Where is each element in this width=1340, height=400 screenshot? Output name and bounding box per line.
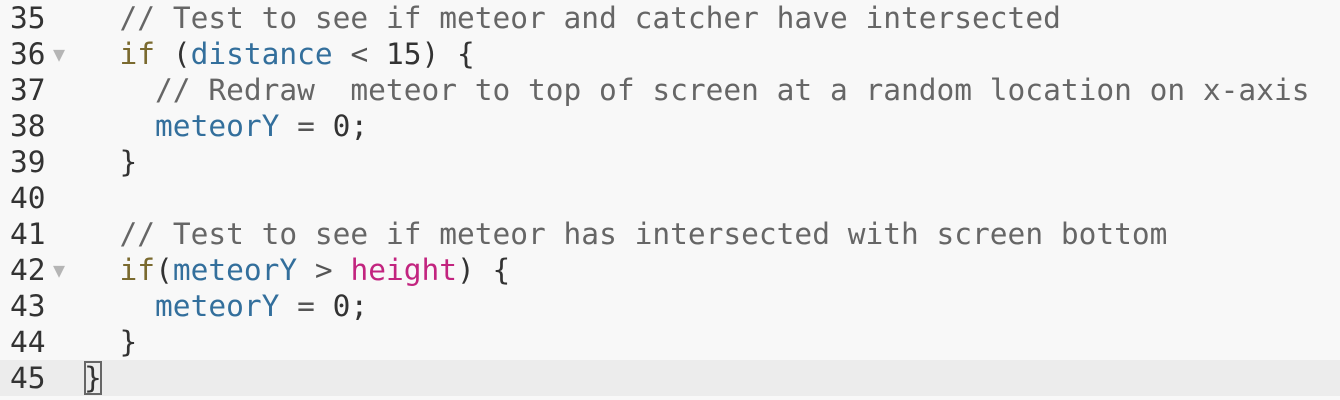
line-gutter: 45: [0, 360, 80, 396]
line-gutter: 38: [0, 108, 80, 144]
line-gutter: 39: [0, 144, 80, 180]
code-line[interactable]: 39 }: [0, 144, 1340, 180]
variable-token: distance: [190, 37, 333, 71]
code-line[interactable]: 35 // Test to see if meteor and catcher …: [0, 0, 1340, 36]
variable-token: meteorY: [155, 109, 280, 143]
line-gutter: 44: [0, 324, 80, 360]
code-token: (: [155, 253, 173, 287]
line-number: 43: [10, 289, 46, 323]
code-text: // Test to see if meteor and catcher hav…: [84, 0, 1061, 36]
comment-token: // Test to see if meteor has intersected…: [119, 217, 1168, 251]
keyword-token: if: [119, 253, 156, 287]
code-text: }: [84, 144, 138, 180]
line-gutter: 42 ▼: [0, 252, 80, 288]
operator-token: =: [279, 289, 333, 323]
fold-triangle-icon[interactable]: ▼: [53, 252, 65, 288]
variable-token: meteorY: [155, 289, 280, 323]
comment-token: // Redraw meteor to top of screen at a r…: [155, 73, 1310, 107]
code-text: if (distance < 15) {: [84, 36, 475, 72]
code-token: 0;: [332, 109, 369, 143]
line-gutter: 40: [0, 180, 80, 216]
line-number: 45: [10, 361, 46, 395]
code-text: // Redraw meteor to top of screen at a r…: [84, 72, 1309, 108]
line-number: 35: [10, 1, 46, 35]
operator-token: =: [279, 109, 333, 143]
builtin-token: height: [350, 253, 458, 287]
code-editor[interactable]: 35 // Test to see if meteor and catcher …: [0, 0, 1340, 400]
code-line[interactable]: 45}: [0, 360, 1340, 396]
line-number: 37: [10, 73, 46, 107]
operator-token: >: [297, 253, 351, 287]
keyword-token: if: [119, 37, 156, 71]
line-number: 36: [10, 37, 46, 71]
code-token: 15) {: [385, 37, 475, 71]
code-text: }: [84, 324, 138, 360]
code-text: meteorY = 0;: [84, 108, 368, 144]
variable-token: meteorY: [172, 253, 298, 287]
comment-token: // Test to see if meteor and catcher hav…: [119, 1, 1061, 35]
code-line[interactable]: 37 // Redraw meteor to top of screen at …: [0, 72, 1340, 108]
line-gutter: 37: [0, 72, 80, 108]
code-text: if(meteorY > height) {: [84, 252, 511, 288]
code-token: }: [84, 325, 138, 359]
code-text: }: [84, 360, 102, 396]
code-token: (: [155, 37, 191, 71]
code-line[interactable]: 44 }: [0, 324, 1340, 360]
code-token: ) {: [457, 253, 511, 287]
code-line[interactable]: 43 meteorY = 0;: [0, 288, 1340, 324]
line-number: 40: [10, 181, 46, 215]
code-line[interactable]: 42 ▼ if(meteorY > height) {: [0, 252, 1340, 288]
code-text: meteorY = 0;: [84, 288, 368, 324]
code-token: }: [84, 145, 138, 179]
line-number: 44: [10, 325, 46, 359]
code-token: 0;: [332, 289, 369, 323]
code-line[interactable]: 41 // Test to see if meteor has intersec…: [0, 216, 1340, 252]
cursor-bracket: }: [84, 361, 102, 395]
code-line[interactable]: 40: [0, 180, 1340, 216]
line-gutter: 41: [0, 216, 80, 252]
operator-token: <: [332, 37, 386, 71]
line-number: 42: [10, 253, 46, 287]
line-gutter: 35: [0, 0, 80, 36]
line-number: 41: [10, 217, 46, 251]
fold-triangle-icon[interactable]: ▼: [53, 36, 65, 72]
code-line[interactable]: 36 ▼ if (distance < 15) {: [0, 36, 1340, 72]
line-number: 39: [10, 145, 46, 179]
code-text: // Test to see if meteor has intersected…: [84, 216, 1168, 252]
line-gutter: 36 ▼: [0, 36, 80, 72]
line-gutter: 43: [0, 288, 80, 324]
code-line[interactable]: 38 meteorY = 0;: [0, 108, 1340, 144]
line-number: 38: [10, 109, 46, 143]
